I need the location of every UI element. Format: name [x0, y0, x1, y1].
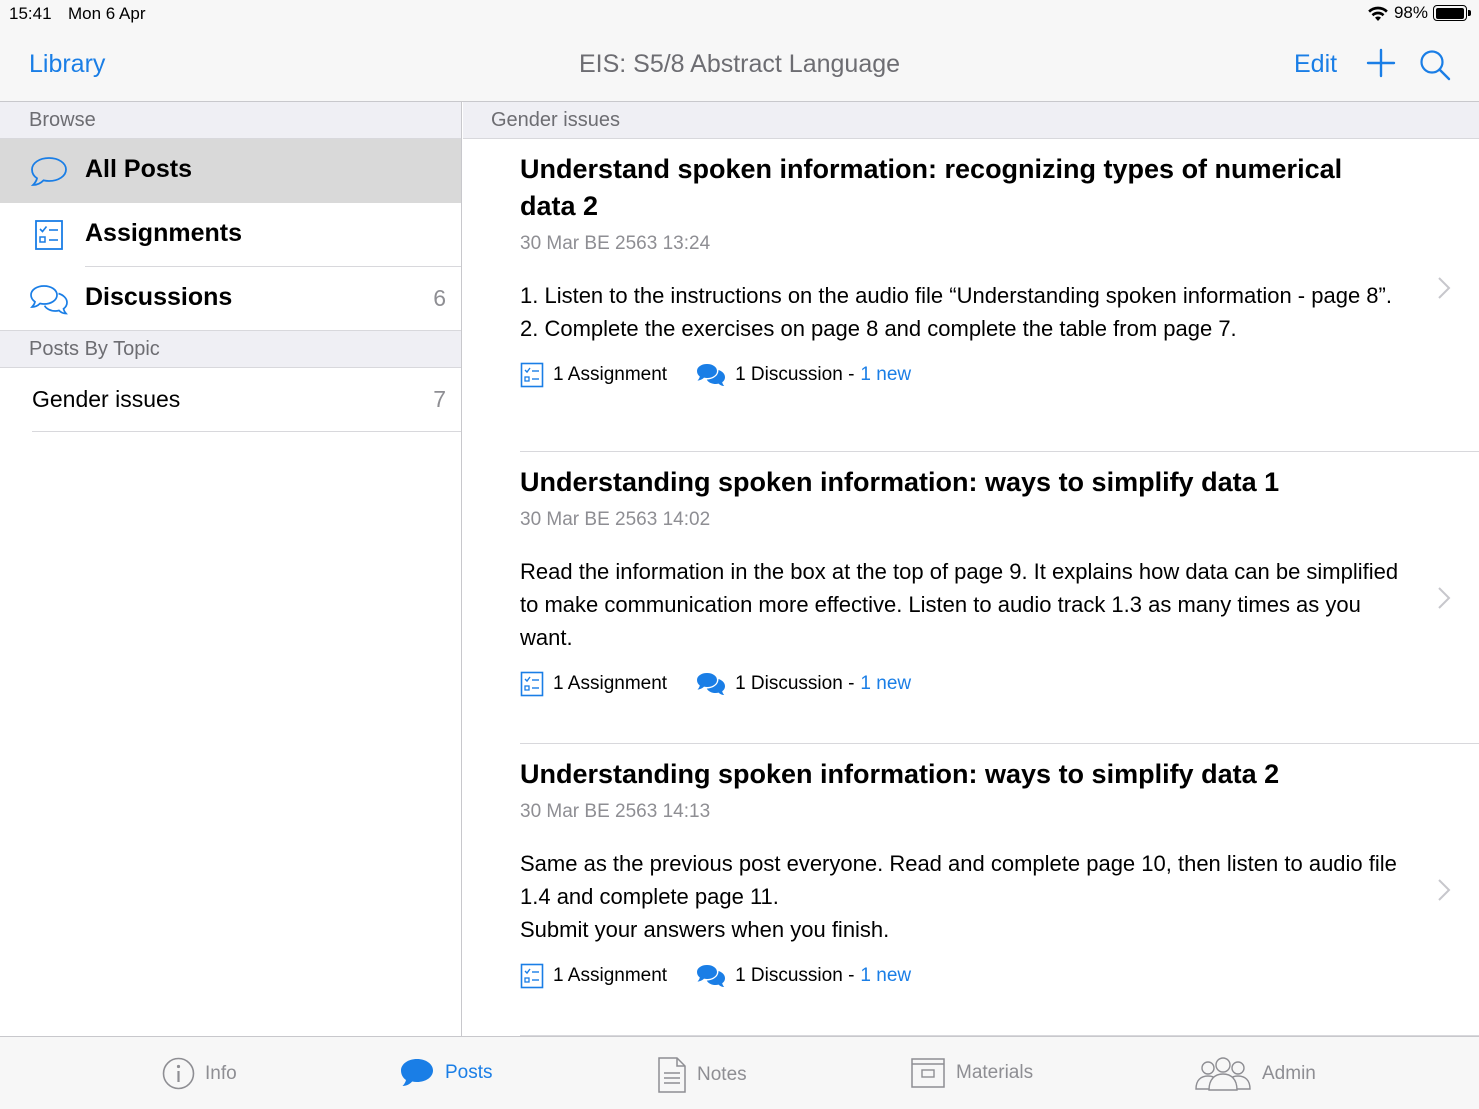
info-icon: [162, 1057, 195, 1090]
tab-posts[interactable]: Posts: [399, 1057, 493, 1089]
posts-bubble-icon: [401, 1059, 433, 1086]
speech-bubble-icon: [30, 157, 67, 186]
navigation-bar: Library EIS: S5/8 Abstract Language Edit: [0, 30, 1479, 102]
post-body: Read the information in the box at the t…: [520, 555, 1400, 654]
divider: [32, 431, 461, 432]
page-title: EIS: S5/8 Abstract Language: [578, 50, 901, 78]
post-meta: 1 Assignment 1 Discussion - 1 new: [520, 359, 1479, 391]
sidebar: Browse All Posts Assignments Discussions…: [0, 102, 462, 1036]
divider: [0, 330, 461, 331]
topic-section-header: Gender issues: [463, 102, 1479, 139]
post-row[interactable]: Understanding spoken information: ways t…: [520, 744, 1479, 1036]
post-title: Understanding spoken information: ways t…: [520, 759, 1280, 789]
sidebar-item-label: All Posts: [85, 155, 192, 183]
status-time: 15:41: [9, 4, 52, 23]
new-discussions-link[interactable]: 1 new: [860, 673, 911, 695]
wifi-icon: [1368, 6, 1388, 21]
tab-label: Info: [205, 1062, 237, 1084]
checklist-icon: [35, 220, 63, 250]
post-body-line: Same as the previous post everyone. Read…: [520, 851, 1397, 909]
topic-label: Gender issues: [32, 386, 181, 412]
discussions-count: 6: [433, 285, 446, 311]
discussion-icon: [697, 965, 726, 987]
tab-notes[interactable]: Notes: [657, 1057, 747, 1093]
sidebar-item-label: Assignments: [85, 219, 242, 247]
sidebar-item-all-posts[interactable]: All Posts: [0, 139, 461, 203]
sidebar-item-label: Discussions: [85, 283, 233, 311]
assignment-icon: [520, 963, 544, 989]
status-indicators: 98%: [1367, 3, 1471, 23]
posts-panel: Gender issues Understand spoken informat…: [463, 102, 1479, 1036]
post-body-line: Submit your answers when you finish.: [520, 917, 890, 942]
battery-level: [1435, 7, 1464, 19]
battery-percent: 98%: [1393, 3, 1428, 22]
materials-icon: [911, 1058, 945, 1088]
topic-count: 7: [433, 386, 446, 412]
post-body: 1. Listen to the instructions on the aud…: [520, 279, 1400, 345]
battery-icon: [1433, 5, 1471, 21]
assignment-count: 1 Assignment: [553, 364, 668, 385]
post-meta: 1 Assignment 1 Discussion - 1 new: [520, 668, 1479, 700]
chevron-right-icon: [1438, 587, 1451, 609]
post-row[interactable]: Understand spoken information: recognizi…: [520, 139, 1479, 452]
new-discussions-link[interactable]: 1 new: [860, 965, 911, 987]
post-body-line: Read the information in the box at the t…: [520, 559, 1399, 650]
search-icon[interactable]: [1418, 48, 1452, 82]
tab-label: Notes: [697, 1064, 747, 1085]
status-bar: 15:41 Mon 6 Apr 98%: [0, 0, 1479, 30]
post-body: Same as the previous post everyone. Read…: [520, 847, 1400, 946]
tab-label: Posts: [445, 1062, 493, 1083]
post-date: 30 Mar BE 2563 14:02: [520, 509, 711, 530]
tab-info[interactable]: Info: [162, 1057, 237, 1090]
add-post-button[interactable]: [1364, 46, 1398, 80]
post-title: Understand spoken information: recognizi…: [520, 154, 1343, 221]
edit-button[interactable]: Edit: [1294, 50, 1337, 79]
discussion-icon: [697, 673, 726, 695]
post-date: 30 Mar BE 2563 13:24: [520, 233, 711, 254]
chevron-right-icon: [1438, 879, 1451, 901]
post-row[interactable]: Understanding spoken information: ways t…: [520, 452, 1479, 744]
assignment-count: 1 Assignment: [553, 965, 668, 986]
chat-bubbles-icon: [30, 285, 68, 315]
notes-icon: [658, 1057, 686, 1093]
post-meta: 1 Assignment 1 Discussion - 1 new: [520, 960, 1479, 992]
topics-section-header: Posts By Topic: [0, 331, 461, 368]
browse-section-header: Browse: [0, 102, 461, 139]
status-date: Mon 6 Apr: [68, 4, 146, 23]
sidebar-item-gender-issues[interactable]: Gender issues 7: [0, 368, 461, 432]
assignment-count: 1 Assignment: [553, 673, 668, 694]
post-body-line: 2. Complete the exercises on page 8 and …: [520, 316, 1237, 341]
post-body-line: 1. Listen to the instructions on the aud…: [520, 283, 1392, 308]
assignment-icon: [520, 671, 544, 697]
post-title: Understanding spoken information: ways t…: [520, 467, 1280, 497]
discussion-count: 1 Discussion -: [735, 965, 855, 986]
new-discussions-link[interactable]: 1 new: [860, 364, 911, 386]
tab-admin[interactable]: Admin: [1194, 1057, 1316, 1091]
tab-materials[interactable]: Materials: [910, 1057, 1033, 1089]
discussion-count: 1 Discussion -: [735, 673, 855, 694]
assignment-icon: [520, 362, 544, 388]
post-date: 30 Mar BE 2563 14:13: [520, 801, 711, 822]
tab-label: Materials: [956, 1062, 1034, 1083]
tab-label: Admin: [1262, 1063, 1316, 1084]
chevron-right-icon: [1438, 277, 1451, 299]
discussion-count: 1 Discussion -: [735, 364, 855, 385]
discussion-icon: [697, 364, 726, 386]
sidebar-item-assignments[interactable]: Assignments: [0, 203, 461, 267]
sidebar-item-discussions[interactable]: Discussions 6: [0, 267, 461, 331]
tab-bar: Info Posts Notes Materials Admin: [0, 1036, 1479, 1109]
admin-users-icon: [1195, 1057, 1251, 1091]
